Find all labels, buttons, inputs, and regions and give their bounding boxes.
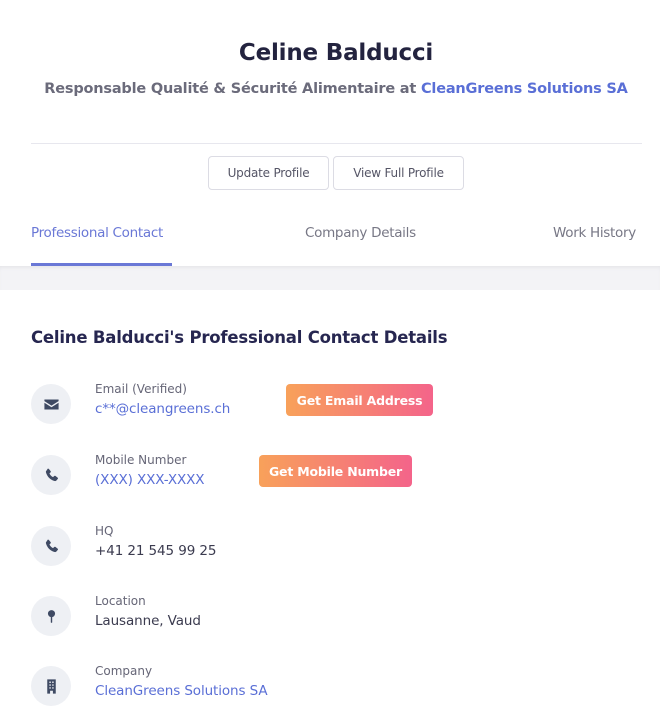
envelope-icon [31,384,71,424]
profile-name: Celine Balducci [238,40,434,66]
hq-value: +41 21 545 99 25 [95,543,217,559]
phone-icon [31,455,71,495]
mobile-value[interactable]: (XXX) XXX-XXXX [95,472,205,488]
headline-company-link[interactable]: CleanGreens Solutions SA [421,81,628,97]
company-label: Company [95,664,153,678]
contact-row-location: Location Lausanne, Vaud [31,594,631,640]
contact-row-email: Email (Verified) c**@cleangreens.ch Get … [31,382,631,428]
section-separator [0,266,660,290]
profile-header: Celine Balducci Responsable Qualité & Sé… [0,0,660,266]
tab-company-details[interactable]: Company Details [305,225,416,241]
get-email-address-button[interactable]: Get Email Address [286,384,433,416]
headline-title: Responsable Qualité & Sécurité Alimentai… [44,81,417,97]
view-full-profile-button[interactable]: View Full Profile [333,156,464,190]
tab-professional-contact[interactable]: Professional Contact [31,225,163,241]
mobile-label: Mobile Number [95,453,187,467]
email-label: Email (Verified) [95,382,187,396]
map-pin-icon [31,596,71,636]
email-value[interactable]: c**@cleangreens.ch [95,401,230,417]
building-icon [31,666,71,706]
phone-icon [31,526,71,566]
location-value: Lausanne, Vaud [95,613,201,629]
get-mobile-number-button[interactable]: Get Mobile Number [259,455,412,487]
update-profile-button[interactable]: Update Profile [208,156,329,190]
section-title: Celine Balducci's Professional Contact D… [31,328,448,347]
contact-row-company: Company CleanGreens Solutions SA [31,664,631,707]
profile-headline: Responsable Qualité & Sécurité Alimentai… [0,81,660,97]
hq-label: HQ [95,524,114,538]
location-label: Location [95,594,146,608]
contact-row-mobile: Mobile Number (XXX) XXX-XXXX Get Mobile … [31,453,631,499]
header-divider [31,143,642,144]
contact-row-hq: HQ +41 21 545 99 25 [31,524,631,570]
company-value[interactable]: CleanGreens Solutions SA [95,683,268,699]
tab-work-history[interactable]: Work History [553,225,636,241]
